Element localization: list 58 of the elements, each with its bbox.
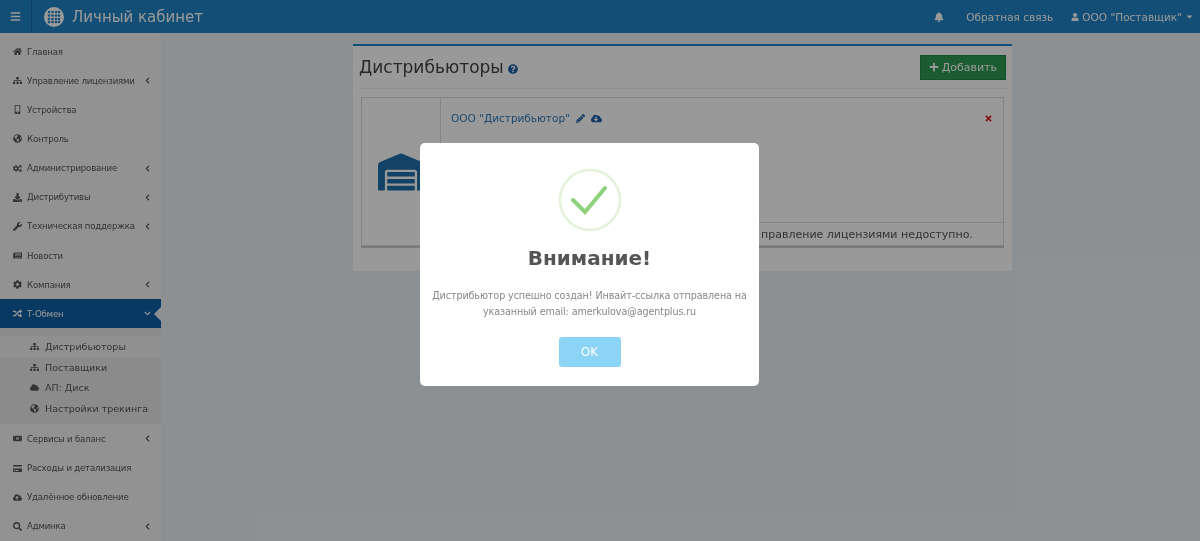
sidebar-item[interactable]: Расходы и детализация (0, 453, 161, 483)
shuffle-icon (13, 309, 22, 319)
cloud-download-icon[interactable] (590, 113, 602, 124)
submenu-item[interactable]: Поставщики (0, 356, 161, 378)
close-icon[interactable] (984, 114, 993, 123)
help-icon[interactable] (507, 63, 518, 74)
sidebar-item[interactable]: Контроль (0, 124, 161, 154)
card-footer-text: правление лицензиями недоступно. (761, 227, 973, 241)
menu-icon (10, 11, 21, 22)
dialog-title: Внимание! (527, 246, 652, 270)
logo-icon (44, 6, 64, 27)
panel-title: Дистрибьюторы (359, 57, 504, 77)
card-icon (13, 463, 22, 473)
sidebar-item[interactable]: Админка (0, 511, 161, 541)
sitemap-icon (13, 76, 22, 86)
sitemap-icon (30, 342, 39, 352)
gears-icon (13, 163, 22, 173)
active-pointer (154, 307, 161, 322)
newspaper-icon (13, 251, 22, 261)
sidebar-item[interactable]: Удалённое обновление (0, 482, 161, 512)
gear-icon (13, 280, 22, 290)
sidebar-item[interactable]: Дистрибутивы (0, 182, 161, 212)
sidebar-item[interactable]: Администрирование (0, 153, 161, 183)
search-icon (13, 521, 22, 531)
sidebar-item[interactable]: Техническая поддержка (0, 211, 161, 241)
phone-icon (13, 105, 22, 115)
user-icon (1071, 12, 1080, 21)
sidebar-item[interactable]: Устройства (0, 95, 161, 125)
caret-icon (1185, 12, 1194, 21)
sidebar-item[interactable]: Управление лицензиями (0, 66, 161, 96)
globe-icon (13, 134, 22, 144)
sidebar-item[interactable]: Новости (0, 241, 161, 271)
distributor-name[interactable]: ООО "Дистрибьютор" (451, 112, 570, 124)
cloud-icon (30, 383, 39, 393)
success-check-icon (557, 168, 622, 232)
pencil-icon[interactable] (575, 114, 585, 123)
download-icon (13, 192, 22, 202)
money-icon (13, 434, 22, 444)
submenu-item[interactable]: Настройки трекинга (0, 397, 161, 419)
sidebar-item[interactable]: Т-Обмен (0, 299, 161, 329)
bell-icon (934, 11, 945, 22)
user-menu[interactable]: ООО "Поставщик" (1071, 10, 1194, 23)
sidebar-item[interactable]: Сервисы и баланс (0, 424, 161, 454)
add-button[interactable]: Добавить (919, 54, 1006, 80)
feedback-link[interactable]: Обратная связь (966, 10, 1054, 23)
submenu-item[interactable]: Дистрибьюторы (0, 336, 161, 357)
app-title: Личный кабинет (72, 7, 204, 26)
home-icon (13, 47, 22, 57)
sitemap-icon (30, 362, 39, 372)
dialog-message: Дистрибьютор успешно создан! Инвайт-ссылка отправлена на указанный email: amerkulova@agentplus.ru (431, 289, 748, 319)
wrench-icon (13, 221, 22, 231)
sidebar-item[interactable]: Компания (0, 270, 161, 300)
sidebar-item[interactable]: Главная (0, 37, 161, 67)
submenu-item[interactable]: АП: Диск (0, 377, 161, 398)
notifications-link[interactable] (934, 11, 945, 22)
plus-icon (928, 62, 939, 72)
cloud-upload-icon (13, 492, 22, 502)
globe-icon (30, 403, 39, 413)
